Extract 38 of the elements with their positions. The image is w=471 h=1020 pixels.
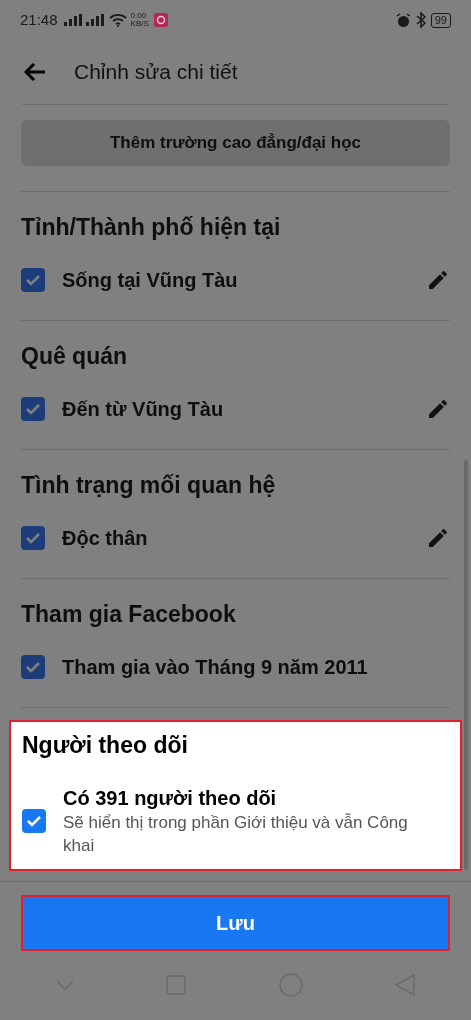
section-title: Tham gia Facebook (21, 600, 237, 629)
checkmark-icon (25, 661, 41, 673)
signal-icon (63, 14, 82, 26)
wifi-icon (108, 13, 127, 27)
section-title: Người theo dõi (22, 731, 189, 760)
status-time: 21:48 (20, 9, 58, 30)
speed-unit: KB/S (130, 20, 149, 28)
item-label: Tham gia vào Tháng 9 năm 2011 (62, 655, 369, 680)
section-title: Tình trạng mối quan hệ (21, 471, 277, 500)
checkbox[interactable] (21, 526, 45, 550)
item-label: Đến từ Vũng Tàu (62, 397, 225, 422)
back-arrow-icon[interactable] (24, 63, 46, 81)
alarm-icon (395, 12, 411, 28)
item-label: Có 391 người theo dõi (63, 786, 278, 811)
pencil-icon[interactable] (426, 268, 450, 292)
checkbox[interactable] (22, 809, 46, 833)
signal-icon (85, 14, 104, 26)
item-label: Sống tại Vũng Tàu (62, 268, 239, 293)
checkmark-icon (26, 815, 42, 827)
checkmark-icon (25, 274, 41, 286)
pencil-icon[interactable] (426, 526, 450, 550)
app-icon (153, 13, 168, 27)
section-title: Tỉnh/Thành phố hiện tại (21, 213, 282, 242)
checkbox[interactable] (21, 268, 45, 292)
speed-value: 0.00 (130, 12, 148, 20)
add-school-button[interactable]: Thêm trường cao đẳng/đại học (21, 120, 450, 166)
battery-icon: 99 (430, 12, 451, 28)
item-description: Sẽ hiển thị trong phần Giới thiệu và vẫn Công khai (63, 812, 409, 857)
checkbox[interactable] (21, 655, 45, 679)
bluetooth-icon (415, 12, 426, 28)
checkmark-icon (25, 532, 41, 544)
section-title: Quê quán (21, 342, 129, 371)
pencil-icon[interactable] (426, 397, 450, 421)
checkmark-icon (25, 403, 41, 415)
header-title: Chỉnh sửa chi tiết (74, 59, 238, 86)
save-button[interactable]: Lưu (21, 895, 450, 951)
checkbox[interactable] (21, 397, 45, 421)
item-label: Độc thân (62, 526, 149, 551)
